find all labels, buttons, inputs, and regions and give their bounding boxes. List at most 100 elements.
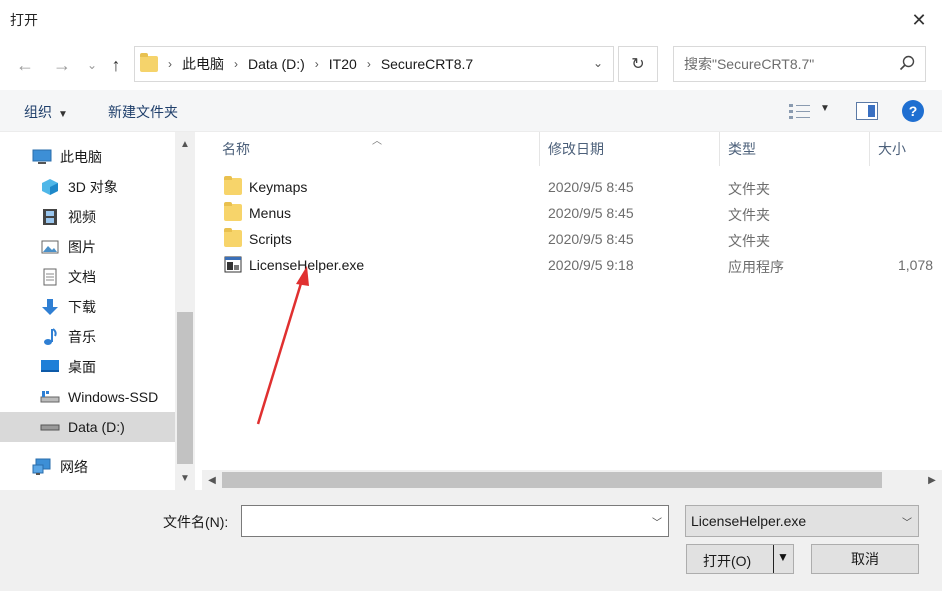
file-type-filter[interactable]: LicenseHelper.exe ﹀: [685, 505, 919, 537]
file-row[interactable]: Scripts 2020/9/5 8:45 文件夹: [216, 226, 942, 252]
sidebar-item-label: 文档: [68, 269, 96, 285]
organize-menu[interactable]: 组织 ▼: [24, 102, 68, 122]
help-icon[interactable]: ?: [902, 100, 924, 122]
column-header-name[interactable]: 名称: [214, 132, 540, 166]
file-row[interactable]: Keymaps 2020/9/5 8:45 文件夹: [216, 174, 942, 200]
sidebar-item-windows-ssd[interactable]: Windows-SSD: [0, 382, 175, 412]
file-list: ︿ 名称 修改日期 类型 大小 Keymaps 2020/9/5 8:45 文件…: [196, 132, 942, 490]
file-size: 1,078: [898, 257, 934, 273]
sidebar-item-desktop[interactable]: 桌面: [0, 352, 175, 382]
file-modified: 2020/9/5 8:45: [548, 179, 634, 195]
breadcrumb-separator[interactable]: ›: [234, 57, 238, 71]
close-button[interactable]: ✕: [896, 0, 942, 40]
sidebar-item-videos[interactable]: 视频: [0, 202, 175, 232]
sidebar-item-data-drive[interactable]: Data (D:): [0, 412, 175, 442]
file-type: 应用程序: [728, 259, 784, 275]
file-type: 文件夹: [728, 233, 770, 249]
file-modified: 2020/9/5 8:45: [548, 205, 634, 221]
pictures-icon: [40, 238, 60, 256]
sidebar-item-label: Windows-SSD: [68, 389, 159, 405]
preview-pane-icon[interactable]: [856, 102, 878, 120]
chevron-down-icon: ⌄: [86, 58, 98, 72]
folder-icon: [140, 53, 158, 72]
column-header-modified[interactable]: 修改日期: [540, 132, 720, 166]
breadcrumb-it20[interactable]: IT20: [329, 56, 357, 72]
sidebar-item-documents[interactable]: 文档: [0, 262, 175, 292]
folder-icon: [224, 202, 242, 221]
sidebar-scrollbar[interactable]: ▲ ▼: [175, 132, 195, 490]
drive-icon: [40, 418, 60, 436]
network-icon: [32, 458, 52, 476]
up-arrow-icon: ↑: [111, 54, 121, 75]
file-row[interactable]: Menus 2020/9/5 8:45 文件夹: [216, 200, 942, 226]
sidebar-item-label: 视频: [68, 209, 96, 225]
folder-icon: [224, 176, 242, 195]
navigation-bar: ← → ⌄ ↑ › 此电脑 › Data (D:) › IT20 › Secur…: [0, 40, 942, 90]
downloads-icon: [40, 298, 60, 316]
sidebar-item-label: 此电脑: [60, 149, 102, 165]
file-type: 文件夹: [728, 181, 770, 197]
sidebar-item-music[interactable]: 音乐: [0, 322, 175, 352]
file-name: Menus: [249, 205, 292, 221]
file-modified: 2020/9/5 8:45: [548, 231, 634, 247]
filename-input[interactable]: ﹀: [241, 505, 669, 537]
column-header-type[interactable]: 类型: [720, 132, 870, 166]
chevron-down-icon[interactable]: ﹀: [652, 514, 662, 529]
sidebar-item-label: 图片: [68, 239, 96, 255]
breadcrumb-separator[interactable]: ›: [315, 57, 319, 71]
refresh-button[interactable]: ↻: [618, 46, 658, 82]
view-dropdown-icon[interactable]: ▼: [820, 103, 830, 114]
breadcrumb-data-drive[interactable]: Data (D:): [248, 56, 305, 72]
open-button[interactable]: 打开(O) ▼: [686, 544, 794, 574]
window-title: 打开: [10, 12, 38, 28]
filter-value: LicenseHelper.exe: [691, 513, 807, 529]
up-button[interactable]: ↑: [104, 53, 128, 77]
navigation-pane: 此电脑 3D 对象 视频 图片 文档 下载 音乐 桌面 Windows-SSD …: [0, 132, 196, 490]
folder-icon: [224, 228, 242, 247]
close-icon: ✕: [911, 9, 927, 30]
back-button[interactable]: ←: [13, 53, 37, 77]
sidebar-item-label: 桌面: [68, 359, 96, 375]
file-name: Keymaps: [249, 179, 308, 195]
sidebar-item-label: 下载: [68, 299, 96, 315]
scroll-left-icon[interactable]: ◀: [202, 470, 222, 490]
sidebar-item-label: 网络: [60, 459, 88, 475]
pc-icon: [32, 148, 52, 166]
video-icon: [40, 208, 60, 226]
breadcrumb-this-pc[interactable]: 此电脑: [182, 54, 224, 74]
open-split-dropdown-icon[interactable]: ▼: [777, 550, 789, 564]
file-row[interactable]: LicenseHelper.exe 2020/9/5 9:18 应用程序 1,0…: [216, 252, 942, 278]
scroll-up-icon[interactable]: ▲: [175, 134, 195, 154]
scroll-right-icon[interactable]: ▶: [922, 470, 942, 490]
exe-icon: [224, 256, 242, 273]
file-name: Scripts: [249, 231, 292, 247]
sidebar-item-this-pc[interactable]: 此电脑: [0, 142, 175, 172]
file-modified: 2020/9/5 9:18: [548, 257, 634, 273]
breadcrumb-separator[interactable]: ›: [367, 57, 371, 71]
back-arrow-icon: ←: [16, 54, 34, 75]
sidebar-item-3d-objects[interactable]: 3D 对象: [0, 172, 175, 202]
view-options-icon[interactable]: [788, 102, 812, 120]
breadcrumb-securecrt[interactable]: SecureCRT8.7: [381, 56, 473, 72]
scrollbar-thumb[interactable]: [177, 312, 193, 464]
file-list-horizontal-scrollbar[interactable]: ◀ ▶: [202, 470, 942, 490]
new-folder-button[interactable]: 新建文件夹: [108, 102, 178, 122]
breadcrumb-separator[interactable]: ›: [168, 57, 172, 71]
file-type: 文件夹: [728, 207, 770, 223]
address-bar[interactable]: › 此电脑 › Data (D:) › IT20 › SecureCRT8.7 …: [134, 46, 614, 82]
3d-objects-icon: [40, 178, 60, 196]
scrollbar-thumb[interactable]: [222, 472, 882, 488]
search-input[interactable]: 搜索"SecureCRT8.7": [673, 46, 926, 82]
sidebar-item-network[interactable]: 网络: [0, 452, 175, 482]
recent-locations-button[interactable]: ⌄: [80, 53, 104, 77]
forward-button[interactable]: →: [50, 53, 74, 77]
split-divider: [773, 545, 774, 573]
column-header-size[interactable]: 大小: [870, 132, 942, 166]
sidebar-item-pictures[interactable]: 图片: [0, 232, 175, 262]
search-placeholder: 搜索"SecureCRT8.7": [684, 56, 815, 72]
sidebar-item-label: 音乐: [68, 329, 96, 345]
sidebar-item-downloads[interactable]: 下载: [0, 292, 175, 322]
cancel-button[interactable]: 取消: [811, 544, 919, 574]
address-dropdown-icon[interactable]: ⌄: [593, 56, 603, 70]
scroll-down-icon[interactable]: ▼: [175, 468, 195, 488]
